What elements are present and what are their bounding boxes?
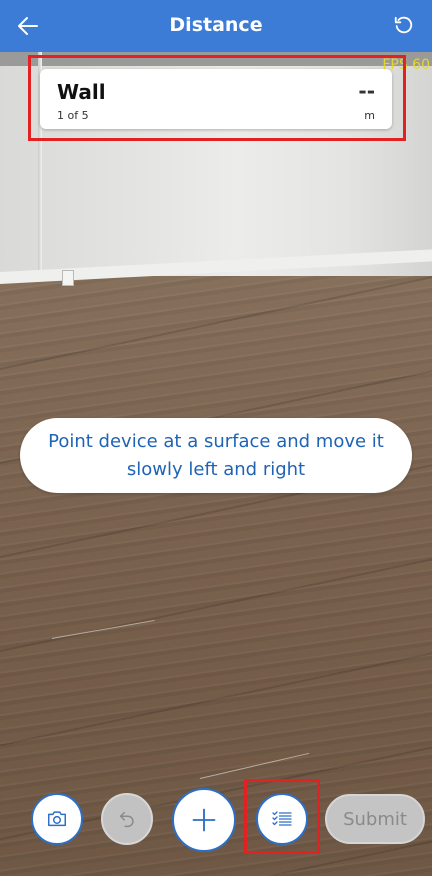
arrow-left-icon [18, 17, 38, 35]
measurement-list-button[interactable] [256, 793, 308, 845]
page-title: Distance [169, 14, 263, 36]
instruction-bubble: Point device at a surface and move it sl… [20, 418, 412, 493]
camera-view-ceiling-edge [0, 52, 432, 66]
camera-icon [48, 811, 66, 827]
undo-icon [119, 811, 134, 828]
ar-measure-screen: Distance FPS 60 Wall 1 of 5 -- m Point d… [0, 0, 432, 876]
submit-button[interactable]: Submit [325, 794, 425, 844]
measurement-count: 1 of 5 [57, 109, 89, 122]
measurement-value: -- [358, 79, 375, 103]
reset-button[interactable] [388, 10, 420, 42]
measurement-unit: m [364, 109, 375, 122]
rotate-ccw-icon [394, 16, 413, 34]
measurement-card[interactable]: Wall 1 of 5 -- m [40, 69, 392, 129]
instruction-text: Point device at a surface and move it sl… [48, 430, 384, 480]
capture-button[interactable] [31, 793, 83, 845]
measurement-label: Wall [57, 80, 106, 104]
back-button[interactable] [12, 10, 44, 42]
undo-button[interactable] [101, 793, 153, 845]
checklist-icon [272, 811, 292, 826]
camera-view-floor [0, 276, 432, 876]
app-header: Distance [0, 0, 432, 52]
add-point-button[interactable] [172, 788, 236, 852]
camera-view-outlet [62, 270, 74, 286]
plus-icon [192, 808, 216, 832]
